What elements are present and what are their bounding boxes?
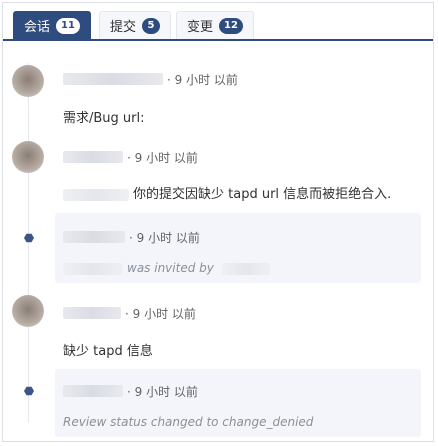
author-name[interactable] — [63, 73, 163, 85]
comment-meta: · 9 小时 以前 — [63, 69, 238, 89]
event-text: was invited by — [127, 261, 214, 275]
avatar[interactable] — [12, 141, 44, 173]
hexagon-dot-icon — [24, 233, 34, 243]
event-meta: · 9 小时 以前 — [63, 227, 200, 247]
timeline-event: · 9 小时 以前 Review status changed to chang… — [55, 369, 421, 437]
author-name[interactable] — [63, 231, 125, 243]
review-panel: 会话 11 提交 5 变更 12 · 9 小时 以前 需求/Bug url: ·… — [2, 2, 434, 442]
timestamp: · 9 小时 以前 — [127, 384, 198, 399]
author-name[interactable] — [63, 385, 123, 397]
comment-text: 你的提交因缺少 tapd url 信息而被拒绝合入. — [133, 187, 392, 202]
event-text: Review status changed to change_denied — [63, 415, 314, 429]
timestamp: · 9 小时 以前 — [127, 150, 198, 165]
tab-label: 提交 — [110, 20, 137, 35]
author-name[interactable] — [63, 307, 121, 319]
timestamp: · 9 小时 以前 — [129, 230, 200, 245]
timeline-line — [28, 63, 29, 423]
tab-bar: 会话 11 提交 5 变更 12 — [3, 3, 433, 39]
count-badge: 12 — [219, 17, 243, 34]
event-meta: · 9 小时 以前 — [63, 381, 198, 401]
mention[interactable] — [63, 188, 129, 201]
avatar[interactable] — [12, 295, 44, 327]
comment-text: 需求/Bug url: — [63, 111, 145, 126]
timestamp: · 9 小时 以前 — [167, 72, 238, 87]
count-badge: 11 — [56, 17, 80, 34]
tab-commits[interactable]: 提交 5 — [99, 11, 172, 39]
tab-changes[interactable]: 变更 12 — [176, 11, 254, 39]
count-badge: 5 — [142, 17, 161, 34]
comment-meta: · 9 小时 以前 — [63, 303, 196, 323]
invitee[interactable] — [63, 262, 123, 275]
comment-body: 你的提交因缺少 tapd url 信息而被拒绝合入. — [63, 183, 391, 202]
comment-text: 缺少 tapd 信息 — [63, 344, 153, 359]
tab-label: 变更 — [187, 20, 214, 35]
event-body: was invited by — [63, 261, 274, 275]
inviter[interactable] — [221, 262, 270, 275]
hexagon-dot-icon — [24, 386, 34, 396]
tab-underline — [3, 39, 433, 41]
tab-conversation[interactable]: 会话 11 — [13, 11, 91, 39]
comment-meta: · 9 小时 以前 — [63, 147, 198, 167]
tab-label: 会话 — [24, 20, 51, 35]
timestamp: · 9 小时 以前 — [125, 306, 196, 321]
timeline-event: · 9 小时 以前 was invited by — [55, 213, 421, 283]
avatar[interactable] — [12, 65, 44, 97]
author-name[interactable] — [63, 151, 123, 163]
timeline: · 9 小时 以前 需求/Bug url: · 9 小时 以前 你的提交因缺少 … — [3, 43, 433, 441]
